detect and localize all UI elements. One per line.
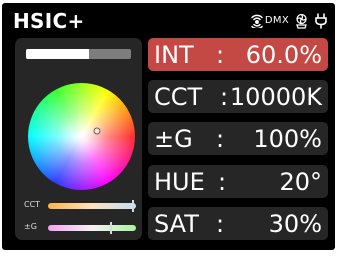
param-value-saturation: 30% — [268, 209, 322, 238]
intensity-bar-fill — [26, 49, 89, 59]
param-row-intensity[interactable]: INT : 60.0% — [148, 38, 328, 71]
param-value-green: 100% — [253, 124, 322, 153]
cct-slider-label: CCT — [24, 200, 41, 209]
green-slider-thumb[interactable] — [110, 222, 113, 234]
color-wheel[interactable] — [28, 83, 135, 190]
color-wheel-cursor[interactable] — [93, 127, 101, 135]
param-value-hue: 20° — [279, 167, 322, 196]
green-slider[interactable] — [48, 222, 136, 234]
color-control-panel: CCT ±G — [15, 38, 142, 240]
dmx-status: DMX — [250, 14, 289, 28]
cct-slider[interactable] — [48, 200, 136, 212]
param-value-intensity: 60.0% — [245, 40, 322, 69]
power-plug-icon — [315, 13, 327, 29]
wireless-dmx-icon — [251, 14, 263, 28]
param-label-hue: HUE — [154, 167, 205, 196]
param-separator: : — [216, 40, 225, 69]
status-bar: DMX — [250, 10, 328, 32]
fan-icon — [296, 13, 307, 29]
intensity-bar — [26, 49, 131, 59]
green-slider-label: ±G — [24, 222, 37, 231]
param-row-hue[interactable]: HUE : 20° — [148, 165, 328, 198]
param-value-cct: 10000K — [229, 82, 322, 111]
cct-slider-thumb[interactable] — [132, 200, 135, 212]
param-separator: : — [216, 124, 225, 153]
param-row-green[interactable]: ±G : 100% — [148, 122, 328, 155]
param-label-intensity: INT — [154, 40, 194, 69]
param-row-saturation[interactable]: SAT : 30% — [148, 207, 328, 240]
param-row-cct[interactable]: CCT : 10000K — [148, 80, 328, 113]
param-label-cct: CCT — [154, 82, 203, 111]
param-label-green: ±G — [154, 124, 193, 153]
param-label-saturation: SAT — [154, 209, 199, 238]
device-screen: HSIC+ DMX CCT ±G INT: 60.0% CCT: 10000… — [2, 3, 335, 250]
dmx-label: DMX — [264, 15, 289, 26]
mode-title: HSIC+ — [13, 9, 85, 33]
param-separator: : — [218, 167, 227, 196]
param-separator: : — [220, 82, 229, 111]
param-separator: : — [216, 209, 225, 238]
